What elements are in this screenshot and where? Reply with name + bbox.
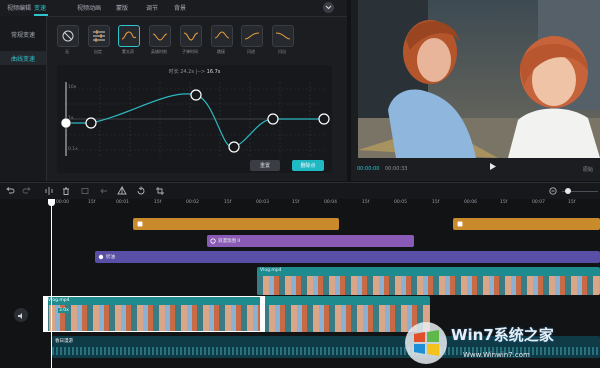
crop-icon[interactable] xyxy=(155,186,165,196)
clip-thumbnails xyxy=(257,276,600,295)
timeline-ruler: 00:00 15f 00:01 15f 00:02 15f 00:03 15f … xyxy=(0,199,600,209)
effect-icon xyxy=(210,238,216,244)
ruler-label: 15f xyxy=(568,200,576,205)
video-preview xyxy=(358,0,600,158)
sticker-icon xyxy=(457,221,463,227)
ruler-label: 00:03 xyxy=(256,200,269,205)
undo-icon[interactable] xyxy=(5,186,15,196)
ruler-label: 15f xyxy=(362,200,370,205)
current-timecode: 00:00:00 xyxy=(357,166,380,172)
ruler-label: 15f xyxy=(292,200,300,205)
curve-point[interactable] xyxy=(228,141,240,153)
zoom-out-icon[interactable] xyxy=(548,186,558,196)
curve-point[interactable] xyxy=(60,117,72,129)
ruler-label: 15f xyxy=(500,200,508,205)
effect-clip[interactable]: 浪漫氛围 II xyxy=(207,235,414,247)
sticker-clip[interactable] xyxy=(453,218,600,230)
filter-clip-label: 奶油 xyxy=(106,255,115,260)
speaker-icon xyxy=(18,313,22,319)
total-timecode: 00:00:33 xyxy=(385,166,408,172)
delete-point-button[interactable]: 删除点 xyxy=(292,160,324,171)
audio-clip-label: 春日漫游 xyxy=(55,339,73,344)
sticker-clip[interactable] xyxy=(133,218,339,230)
mirror-icon[interactable] xyxy=(117,186,127,196)
zoom-slider-handle[interactable] xyxy=(565,188,571,194)
speed-curve-plot xyxy=(60,82,330,156)
windows-logo-icon xyxy=(405,322,447,364)
playhead[interactable] xyxy=(51,199,52,368)
filter-icon xyxy=(98,254,104,260)
ruler-label: 15f xyxy=(88,200,96,205)
clip-trim-handle-right[interactable] xyxy=(260,296,265,332)
speed-curve xyxy=(66,93,324,148)
redo-icon[interactable] xyxy=(22,186,32,196)
ruler-label: 00:04 xyxy=(324,200,337,205)
watermark: Win7系统之家 Www.Winwin7.com xyxy=(403,318,600,368)
play-button[interactable] xyxy=(490,163,496,172)
selected-clip-frame[interactable]: Vlog.mp4 3.0x xyxy=(43,296,265,332)
sticker-icon xyxy=(137,221,143,227)
watermark-url: Www.Winwin7.com xyxy=(463,351,530,359)
watermark-brand: Win7系统之家 xyxy=(451,326,554,344)
play-icon xyxy=(490,163,496,170)
effect-clip-label: 浪漫氛围 II xyxy=(218,239,241,244)
ruler-label: 15f xyxy=(224,200,232,205)
ruler-label: 00:01 xyxy=(116,200,129,205)
delete-icon[interactable] xyxy=(61,186,71,196)
freeze-icon[interactable] xyxy=(80,186,90,196)
curve-point[interactable] xyxy=(190,89,202,101)
video-clip-label: Vlog.mp4 xyxy=(260,268,282,273)
curve-point[interactable] xyxy=(318,113,330,125)
ruler-label: 00:00 xyxy=(56,200,69,205)
ruler-label: 00:05 xyxy=(394,200,407,205)
curve-point[interactable] xyxy=(267,113,279,125)
overlay-video-clip[interactable]: Vlog.mp4 xyxy=(257,267,600,295)
track-audio-toggle[interactable] xyxy=(14,308,28,322)
ruler-label: 00:02 xyxy=(186,200,199,205)
ruler-label: 15f xyxy=(154,200,162,205)
rotate-icon[interactable] xyxy=(136,186,146,196)
aspect-ratio-button[interactable]: 原始 xyxy=(583,166,593,173)
filter-clip[interactable]: 奶油 xyxy=(95,251,600,263)
ruler-label: 15f xyxy=(432,200,440,205)
ruler-label: 00:07 xyxy=(532,200,545,205)
split-icon[interactable] xyxy=(44,186,54,196)
reverse-icon[interactable] xyxy=(99,186,109,196)
reset-button[interactable]: 重置 xyxy=(250,160,280,171)
clip-trim-handle-left[interactable] xyxy=(43,296,48,332)
clip-speed-badge: 3.0x xyxy=(58,308,70,313)
playhead-handle[interactable] xyxy=(48,199,55,206)
curve-point[interactable] xyxy=(85,117,97,129)
ruler-label: 00:06 xyxy=(464,200,477,205)
